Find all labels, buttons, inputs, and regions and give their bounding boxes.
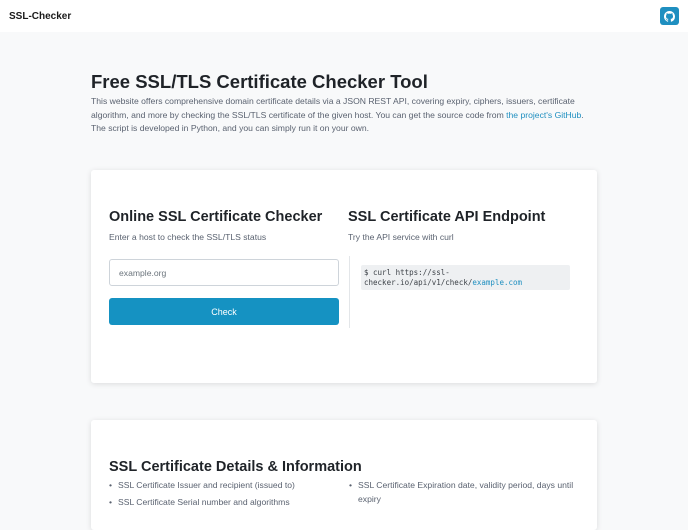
api-subtitle: Try the API service with curl [348,232,454,242]
github-button[interactable] [660,7,679,25]
details-title: SSL Certificate Details & Information [109,459,362,475]
page-description: This website offers comprehensive domain… [91,95,591,136]
checker-title: Online SSL Certificate Checker [109,209,323,225]
curl-command: $ curl https://ssl-checker.io/api/v1/che… [364,268,473,287]
column-divider [349,256,350,328]
top-navbar: SSL-Checker [0,0,688,32]
bullet-icon: • [349,480,353,490]
details-list-left: • SSL Certificate Issuer and recipient (i… [109,479,339,512]
checker-subtitle: Enter a host to check the SSL/TLS status [109,232,267,242]
list-item: • SSL Certificate Issuer and recipient (i… [109,479,339,493]
bullet-icon: • [109,496,113,507]
github-icon [664,10,675,22]
project-github-link[interactable]: the project's GitHub [506,110,581,120]
curl-code-block: $ curl https://ssl-checker.io/api/v1/che… [361,265,570,290]
list-item: • SSL Certificate Expiration date, validi… [349,479,584,506]
details-list-right: • SSL Certificate Expiration date, validi… [349,479,584,509]
api-title: SSL Certificate API Endpoint [348,209,546,225]
host-input[interactable] [109,259,339,286]
description-text-start: This website offers comprehensive domain… [91,96,575,120]
list-item-text: SSL Certificate Serial number and algori… [118,496,290,507]
brand-logo-link[interactable]: SSL-Checker [9,11,71,22]
list-item: • SSL Certificate Serial number and algor… [109,496,339,510]
curl-host: example.com [472,278,523,287]
bullet-icon: • [109,480,113,490]
check-button[interactable]: Check [109,298,339,325]
list-item-text: SSL Certificate Expiration date, validit… [358,480,574,504]
list-item-text: SSL Certificate Issuer and recipient (is… [118,480,295,490]
page-title: Free SSL/TLS Certificate Checker Tool [91,71,428,92]
details-card [91,420,597,530]
